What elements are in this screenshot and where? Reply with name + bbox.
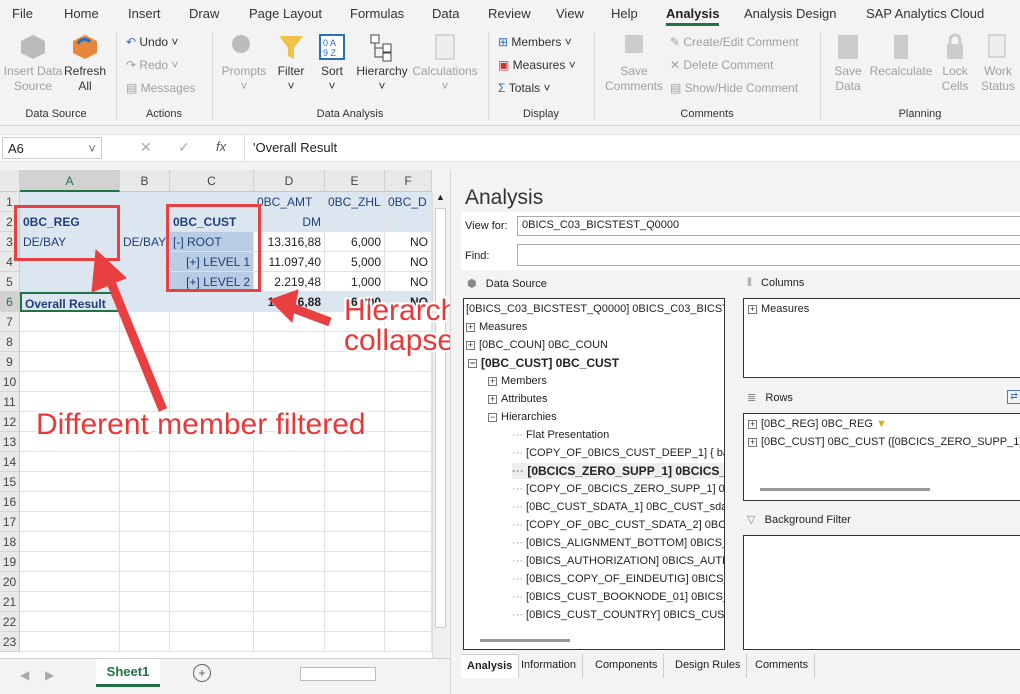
collapse-icon[interactable]: −: [468, 359, 477, 369]
tree-item[interactable]: ··· [COPY_OF_0BICS_CUST_DEEP_1] { back: [512, 445, 724, 461]
rows-item-0bc-cust[interactable]: + [0BC_CUST] 0BC_CUST ([0BCICS_ZERO_SUPP_…: [748, 434, 1020, 450]
tree-item[interactable]: ··· [0BICS_CUST_BOOKNODE_01] 0BICS_CU: [512, 589, 724, 605]
tree-item[interactable]: ··· [COPY_OF_0BC_CUST_SDATA_2] 0BC_CU: [512, 517, 724, 533]
tree-item[interactable]: ··· [COPY_OF_0BCICS_ZERO_SUPP_1] 0BCI: [512, 481, 724, 497]
rows-item-0bc-reg[interactable]: + [0BC_REG] 0BC_REG ▼: [748, 416, 887, 432]
swap-axes-icon[interactable]: ⇄: [1007, 390, 1020, 404]
tree-item[interactable]: + [0BC_COUN] 0BC_COUN: [466, 337, 608, 353]
tree-item[interactable]: ··· [0BICS_ALIGNMENT_BOTTOM] 0BICS_AL: [512, 535, 724, 551]
pane-tab-components[interactable]: Components: [589, 654, 665, 678]
columns-item-measures[interactable]: + Measures: [748, 301, 809, 317]
rows-header: ≣ Rows: [747, 392, 793, 404]
expand-icon[interactable]: +: [488, 376, 497, 386]
rows-scrollbar[interactable]: [760, 488, 930, 491]
tree-item[interactable]: ··· [0BICS_AUTHORIZATION] 0BICS_AUTH: [512, 553, 724, 569]
tree-item[interactable]: ··· [0BC_CUST_SDATA_1] 0BC_CUST_sdata_: [512, 499, 724, 515]
tree-item[interactable]: ··· [0BICS_CUST_COUNTRY] 0BICS_CUST_C: [512, 607, 724, 623]
tree-item[interactable]: + Members: [488, 373, 547, 389]
background-filter-header: ▽ Background Filter: [747, 514, 851, 526]
tree-item[interactable]: + Attributes: [488, 391, 547, 407]
pane-title: Analysis: [465, 186, 544, 209]
data-source-tree[interactable]: [0BICS_C03_BICSTEST_Q0000] 0BICS_C03_BIC…: [463, 298, 725, 650]
annotation-different-member: Different member filtered: [36, 408, 366, 441]
rows-box[interactable]: + [0BC_REG] 0BC_REG ▼ + [0BC_CUST] 0BC_CUS…: [743, 413, 1020, 501]
tree-item[interactable]: − [0BC_CUST] 0BC_CUST: [468, 355, 619, 371]
columns-icon: ⦀: [747, 277, 752, 289]
tree-horizontal-scrollbar[interactable]: [480, 639, 570, 642]
rows-icon: ≣: [747, 392, 757, 404]
pane-tab-comments[interactable]: Comments: [749, 654, 816, 678]
collapse-icon[interactable]: −: [488, 412, 497, 422]
pane-tab-information[interactable]: Information: [515, 654, 584, 678]
tree-item[interactable]: − Hierarchies: [488, 409, 557, 425]
expand-icon[interactable]: +: [488, 394, 497, 404]
tree-item[interactable]: ··· [0BCICS_ZERO_SUPP_1] 0BCICS_: [512, 463, 724, 479]
expand-icon[interactable]: +: [466, 340, 475, 350]
find-label: Find:: [465, 250, 490, 262]
analysis-pane: Analysis View for: 0BICS_C03_BICSTEST_Q0…: [450, 170, 1020, 694]
tree-item[interactable]: ··· [0BICS_COPY_OF_EINDEUTIG] 0BICS_CC: [512, 571, 724, 587]
columns-header: ⦀ Columns: [747, 277, 805, 289]
data-source-header: ⬢ Data Source: [467, 278, 547, 290]
filter-icon: ▼: [875, 418, 887, 430]
pane-tab-design-rules[interactable]: Design Rules: [669, 654, 748, 678]
arrow-to-member: [91, 248, 168, 412]
columns-box[interactable]: + Measures: [743, 298, 1020, 378]
pane-tab-analysis[interactable]: Analysis: [461, 654, 520, 678]
view-for-select[interactable]: 0BICS_C03_BICSTEST_Q0000: [517, 216, 1020, 236]
filter-outline-icon: ▽: [747, 514, 756, 526]
find-input[interactable]: [517, 244, 1020, 266]
tree-item[interactable]: + Measures: [466, 319, 527, 335]
background-filter-box[interactable]: [743, 535, 1020, 650]
tree-item[interactable]: [0BICS_C03_BICSTEST_Q0000] 0BICS_C03_BIC…: [466, 301, 724, 317]
arrow-to-hierarchy: [269, 289, 332, 327]
view-for-label: View for:: [465, 220, 508, 232]
cube-icon: ⬢: [467, 278, 477, 290]
tree-item[interactable]: ··· Flat Presentation: [512, 427, 609, 443]
expand-icon[interactable]: +: [466, 322, 475, 332]
